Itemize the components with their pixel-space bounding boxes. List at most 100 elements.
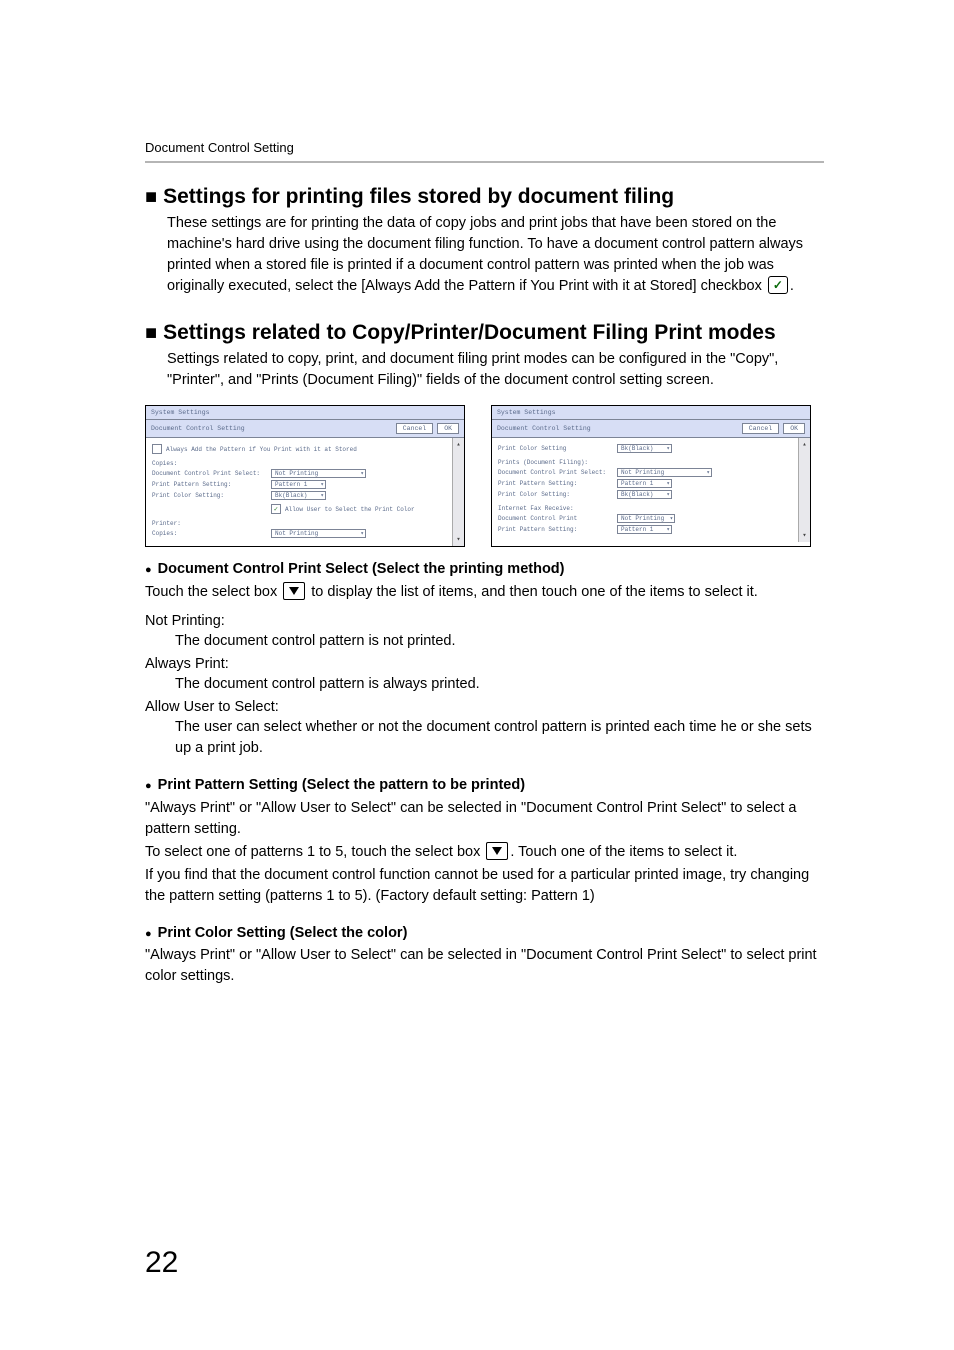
- sub3-p1: "Always Print" or "Allow User to Select"…: [145, 945, 824, 987]
- square-bullet-icon: ■: [145, 323, 157, 343]
- pcs2-select[interactable]: Bk(Black): [617, 490, 672, 499]
- pps-label: Print Pattern Setting:: [498, 480, 613, 487]
- mock-subtitle-row: Document Control Setting Cancel OK: [146, 420, 464, 438]
- section-1-body-text: These settings are for printing the data…: [167, 215, 803, 294]
- ok-button[interactable]: OK: [437, 423, 459, 434]
- dcp-select[interactable]: Not Printing: [617, 514, 675, 523]
- dcps-row: Document Control Print Select: Not Print…: [152, 469, 446, 478]
- screenshot-row: System Settings Document Control Setting…: [145, 405, 824, 547]
- pcs-select[interactable]: Bk(Black): [617, 444, 672, 453]
- header-title: Document Control Setting: [145, 140, 294, 155]
- printer-copies-select[interactable]: Not Printing: [271, 529, 366, 538]
- sub2-p3: If you find that the document control fu…: [145, 865, 824, 907]
- term-always-print: Always Print:: [145, 656, 824, 672]
- group-ifax: Internet Fax Receive:: [498, 505, 792, 512]
- section-1-title: ■ Settings for printing files stored by …: [145, 185, 824, 209]
- dcps-row: Document Control Print Select: Not Print…: [498, 468, 792, 477]
- sub1-intro-a: Touch the select box: [145, 584, 277, 600]
- pps2-row: Print Pattern Setting: Pattern 1: [498, 525, 792, 534]
- pcs2-label: Print Color Setting:: [498, 491, 613, 498]
- pcs-select[interactable]: Bk(Black): [271, 491, 326, 500]
- pps2-label: Print Pattern Setting:: [498, 526, 613, 533]
- group-prints: Prints (Document Filing):: [498, 459, 792, 466]
- pcs-label: Print Color Setting: [498, 445, 613, 452]
- dropdown-icon: [486, 842, 508, 860]
- checkbox-checked-icon[interactable]: ✓: [271, 504, 281, 514]
- group-copies: Copies:: [152, 460, 446, 467]
- printer-copies-label: Copies:: [152, 530, 267, 537]
- sub1-heading: ● Document Control Print Select (Select …: [145, 561, 824, 580]
- section-2-title-text: Settings related to Copy/Printer/Documen…: [163, 321, 776, 345]
- scroll-down-icon[interactable]: ▾: [456, 535, 460, 544]
- sub2-p2b: . Touch one of the items to select it.: [510, 844, 737, 860]
- scrollbar[interactable]: ▴ ▾: [798, 438, 810, 542]
- always-add-checkbox-row[interactable]: Always Add the Pattern if You Print with…: [152, 444, 446, 454]
- group-printer: Printer:: [152, 520, 446, 527]
- mock-subtitle: Document Control Setting: [497, 425, 591, 432]
- mock-subtitle-row: Document Control Setting Cancel OK: [492, 420, 810, 438]
- sub1-intro: Touch the select box to display the list…: [145, 582, 824, 603]
- pcs-row: Print Color Setting: Bk(Black): [152, 491, 446, 500]
- dcps-select[interactable]: Not Printing: [617, 468, 712, 477]
- bullet-icon: ●: [145, 925, 152, 944]
- sub1-heading-text: Document Control Print Select (Select th…: [158, 561, 565, 580]
- allow-user-row[interactable]: ✓ Allow User to Select the Print Color: [271, 504, 446, 514]
- body-not-printing: The document control pattern is not prin…: [175, 631, 824, 652]
- section-1-title-text: Settings for printing files stored by do…: [163, 185, 674, 209]
- pps-select[interactable]: Pattern 1: [617, 479, 672, 488]
- cancel-button[interactable]: Cancel: [742, 423, 779, 434]
- ok-button[interactable]: OK: [783, 423, 805, 434]
- scrollbar[interactable]: ▴ ▾: [452, 438, 464, 546]
- sub2-p2: To select one of patterns 1 to 5, touch …: [145, 842, 824, 863]
- sub3-heading: ● Print Color Setting (Select the color): [145, 925, 824, 944]
- page-number: 22: [145, 1246, 178, 1280]
- page-header: Document Control Setting: [145, 140, 824, 163]
- term-not-printing: Not Printing:: [145, 613, 824, 629]
- scroll-up-icon[interactable]: ▴: [456, 440, 460, 449]
- dcp-row: Document Control Print Not Printing: [498, 514, 792, 523]
- body-allow-user: The user can select whether or not the d…: [175, 717, 824, 759]
- dcps-label: Document Control Print Select:: [498, 469, 613, 476]
- section-2-title: ■ Settings related to Copy/Printer/Docum…: [145, 321, 824, 345]
- screenshot-left: System Settings Document Control Setting…: [145, 405, 465, 547]
- pps-select[interactable]: Pattern 1: [271, 480, 326, 489]
- section-2-body-text: Settings related to copy, print, and doc…: [167, 351, 778, 388]
- cancel-button[interactable]: Cancel: [396, 423, 433, 434]
- printer-copies-row: Copies: Not Printing: [152, 529, 446, 538]
- mock-titlebar: System Settings: [146, 406, 464, 420]
- section-1-body: These settings are for printing the data…: [167, 213, 824, 297]
- dcp-label: Document Control Print: [498, 515, 613, 522]
- screenshot-right: System Settings Document Control Setting…: [491, 405, 811, 547]
- mock-titlebar: System Settings: [492, 406, 810, 420]
- square-bullet-icon: ■: [145, 187, 157, 207]
- always-add-label: Always Add the Pattern if You Print with…: [166, 446, 357, 453]
- body-always-print: The document control pattern is always p…: [175, 674, 824, 695]
- checkbox-checked-icon: ✓: [768, 276, 788, 294]
- sub2-heading-text: Print Pattern Setting (Select the patter…: [158, 777, 525, 796]
- checkbox-icon[interactable]: [152, 444, 162, 454]
- prints-label: Prints (Document Filing):: [498, 459, 588, 466]
- sub3-heading-text: Print Color Setting (Select the color): [158, 925, 408, 944]
- mock-subtitle: Document Control Setting: [151, 425, 245, 432]
- sub1-intro-b: to display the list of items, and then t…: [311, 584, 758, 600]
- dcps-select[interactable]: Not Printing: [271, 469, 366, 478]
- printer-label: Printer:: [152, 520, 181, 527]
- section-1-body-after: .: [790, 278, 794, 294]
- dropdown-icon: [283, 582, 305, 600]
- copies-label: Copies:: [152, 460, 177, 467]
- section-2-body: Settings related to copy, print, and doc…: [167, 349, 824, 391]
- ifax-label: Internet Fax Receive:: [498, 505, 574, 512]
- sub2-heading: ● Print Pattern Setting (Select the patt…: [145, 777, 824, 796]
- bullet-icon: ●: [145, 561, 152, 580]
- pps2-select[interactable]: Pattern 1: [617, 525, 672, 534]
- pps-label: Print Pattern Setting:: [152, 481, 267, 488]
- scroll-up-icon[interactable]: ▴: [802, 440, 806, 449]
- pcs-row: Print Color Setting Bk(Black): [498, 444, 792, 453]
- pps-row: Print Pattern Setting: Pattern 1: [152, 480, 446, 489]
- scroll-down-icon[interactable]: ▾: [802, 531, 806, 540]
- sub2-p2a: To select one of patterns 1 to 5, touch …: [145, 844, 480, 860]
- pcs2-row: Print Color Setting: Bk(Black): [498, 490, 792, 499]
- sub2-p1: "Always Print" or "Allow User to Select"…: [145, 798, 824, 840]
- allow-user-label: Allow User to Select the Print Color: [285, 506, 415, 513]
- bullet-icon: ●: [145, 777, 152, 796]
